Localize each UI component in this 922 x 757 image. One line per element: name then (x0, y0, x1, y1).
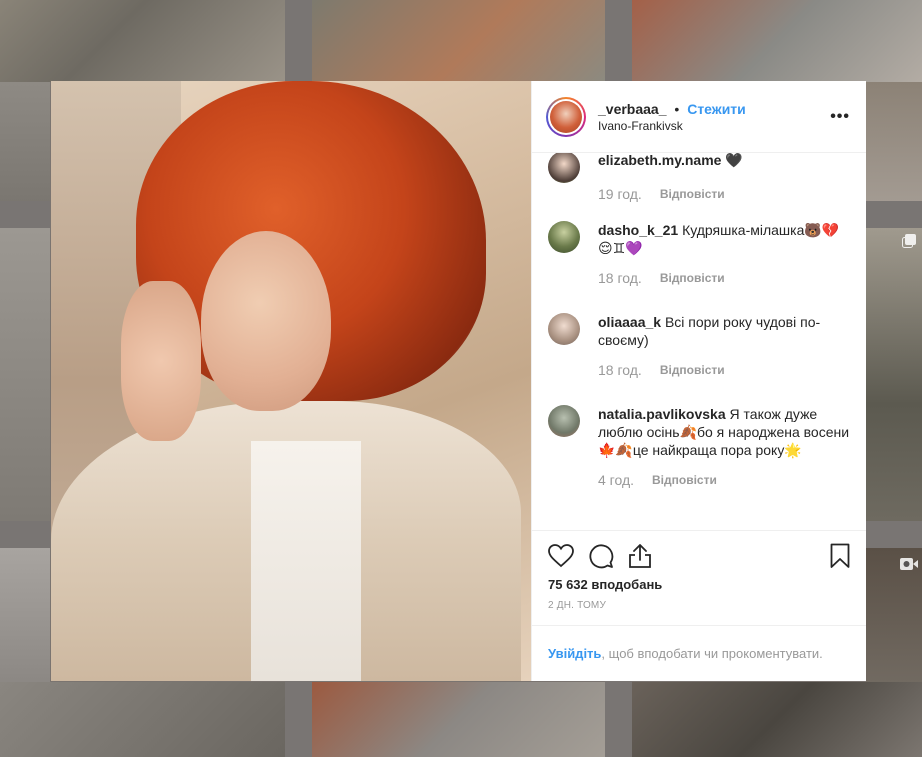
grid-thumbnail[interactable] (866, 228, 922, 521)
comment-time[interactable]: 18 год. (598, 361, 642, 379)
post-header: _verbaaa_ • Стежити Ivano-Frankivsk ••• (532, 81, 866, 153)
commenter-avatar[interactable] (548, 313, 580, 345)
grid-gutter (866, 201, 922, 228)
commenter-avatar[interactable] (548, 405, 580, 437)
login-link[interactable]: Увійдіть (548, 646, 601, 661)
bookmark-icon[interactable] (830, 543, 850, 569)
share-icon[interactable] (628, 543, 652, 569)
comment-time[interactable]: 18 год. (598, 269, 642, 287)
grid-gutter (0, 201, 50, 228)
comment-icon[interactable] (588, 543, 614, 569)
login-prompt-text: , щоб вподобати чи прокоментувати. (601, 646, 823, 661)
comment-username[interactable]: natalia.pavlikovska (598, 406, 726, 422)
comment-time[interactable]: 19 год. (598, 185, 642, 203)
comment-username[interactable]: elizabeth.my.name (598, 153, 721, 168)
grid-thumbnail[interactable] (632, 0, 922, 82)
grid-thumbnail[interactable] (632, 682, 922, 757)
location-link[interactable]: Ivano-Frankivsk (598, 119, 830, 133)
heart-icon[interactable] (548, 544, 574, 568)
comment-item: dasho_k_21 Кудряшка-мілашка🐻💔😌♊💜 18 год.… (548, 221, 850, 287)
comment-username[interactable]: dasho_k_21 (598, 222, 678, 238)
comments-list[interactable]: elizabeth.my.name 🖤 19 год. Відповісти da… (532, 153, 866, 530)
grid-thumbnail[interactable] (312, 0, 605, 82)
reply-button[interactable]: Відповісти (652, 471, 717, 489)
header-separator: • (674, 100, 680, 117)
comment-item: oliaaaa_k Всі пори року чудові по-своєму… (548, 313, 850, 379)
post-actions: 75 632 вподобань 2 ДН. ТОМУ (532, 530, 866, 625)
comment-text: 🖤 (725, 153, 743, 168)
likes-count[interactable]: 75 632 вподобань (548, 577, 850, 592)
post-photo[interactable] (51, 81, 531, 681)
login-prompt: Увійдіть, щоб вподобати чи прокоментуват… (532, 625, 866, 681)
commenter-avatar[interactable] (548, 153, 580, 183)
grid-gutter (866, 521, 922, 548)
follow-button[interactable]: Стежити (687, 101, 746, 117)
post-date[interactable]: 2 ДН. ТОМУ (548, 600, 850, 611)
photo-shirt (251, 441, 361, 681)
carousel-icon (902, 234, 916, 251)
grid-gutter (0, 521, 50, 548)
reply-button[interactable]: Відповісти (660, 269, 725, 287)
comment-item: natalia.pavlikovska Я також дуже люблю о… (548, 405, 850, 489)
comment-time[interactable]: 4 год. (598, 471, 634, 489)
commenter-avatar[interactable] (548, 221, 580, 253)
comment-item: elizabeth.my.name 🖤 19 год. Відповісти (548, 153, 850, 203)
grid-thumbnail[interactable] (0, 682, 285, 757)
more-icon[interactable]: ••• (830, 108, 850, 126)
grid-thumbnail[interactable] (0, 0, 285, 82)
author-avatar[interactable] (546, 96, 586, 137)
video-icon (900, 557, 918, 574)
reply-button[interactable]: Відповісти (660, 185, 725, 203)
photo-face (201, 231, 331, 411)
photo-hand (121, 281, 201, 441)
comment-username[interactable]: oliaaaa_k (598, 314, 661, 330)
post-modal: _verbaaa_ • Стежити Ivano-Frankivsk ••• … (51, 81, 866, 681)
author-username[interactable]: _verbaaa_ (598, 101, 667, 117)
grid-thumbnail[interactable] (312, 682, 605, 757)
grid-thumbnail[interactable] (0, 228, 50, 521)
reply-button[interactable]: Відповісти (660, 361, 725, 379)
post-sidebar: _verbaaa_ • Стежити Ivano-Frankivsk ••• … (531, 81, 866, 681)
